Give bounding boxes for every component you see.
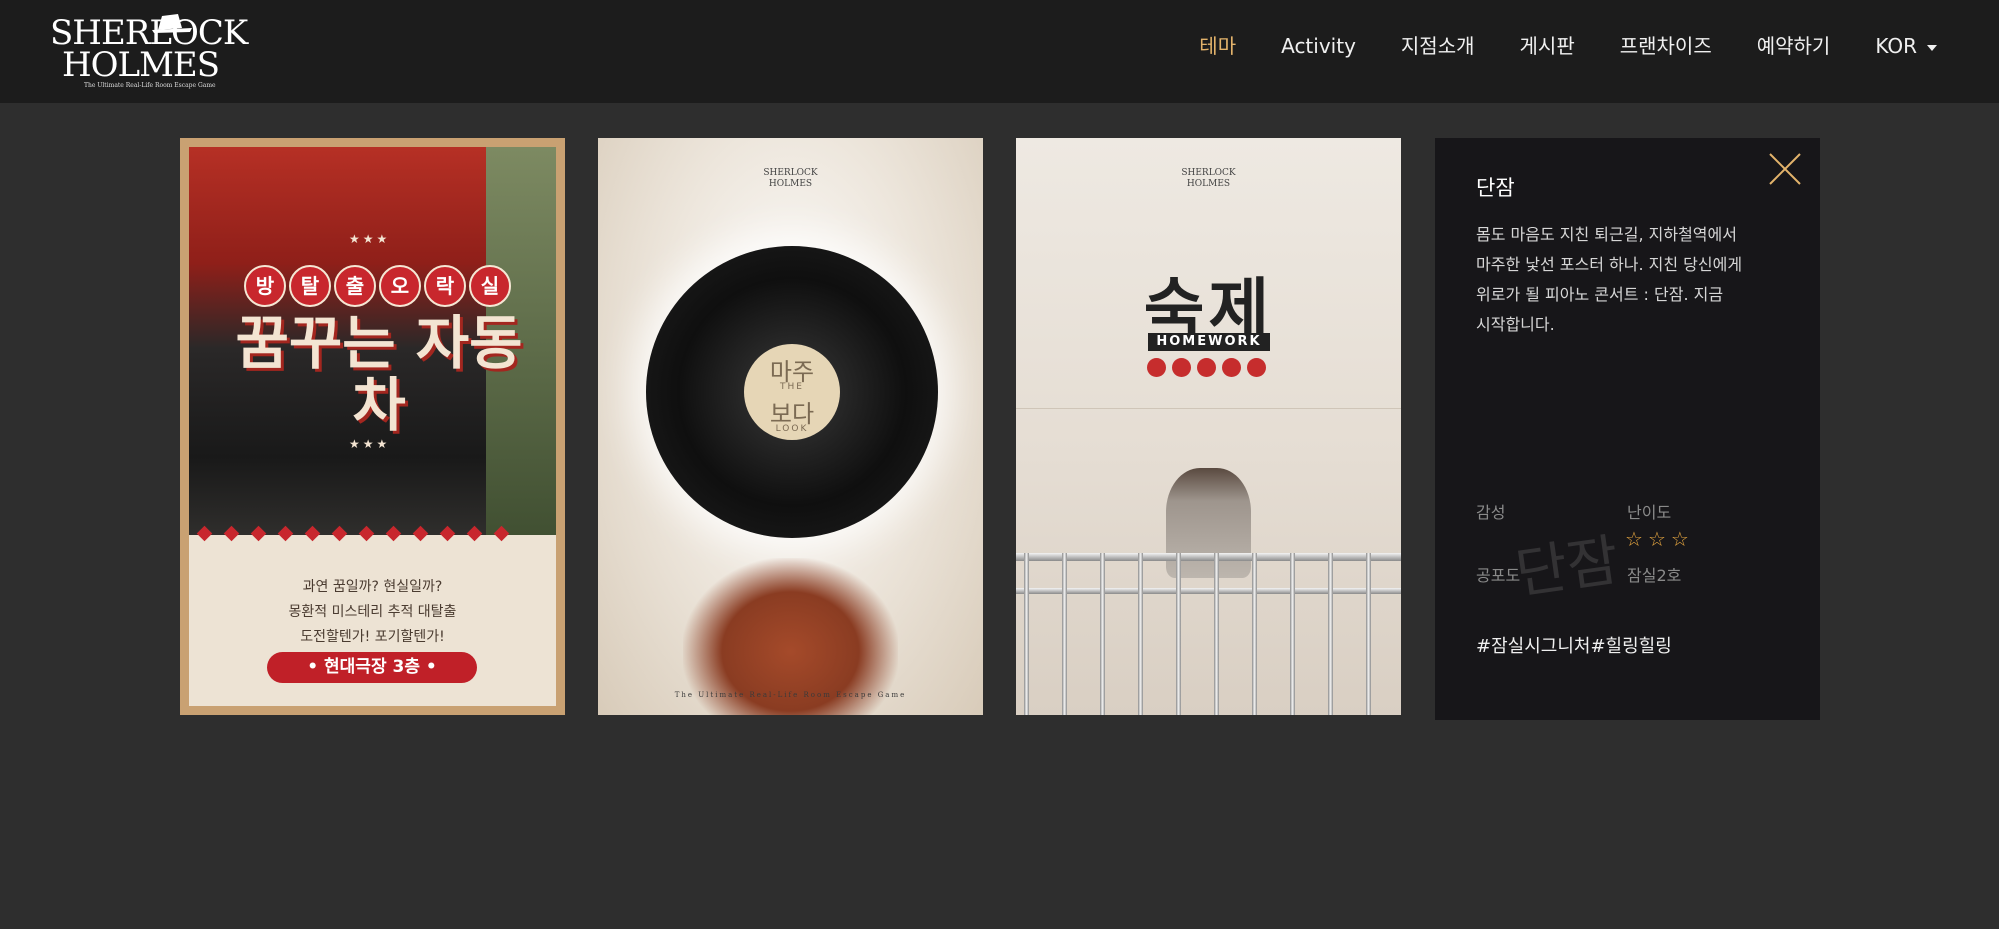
poster-badge: 오 (379, 265, 421, 307)
poster-logo: SHERLOCK HOLMES (763, 168, 818, 189)
language-label: KOR (1875, 34, 1917, 58)
record-label: 마주 THE 보다 LOOK (744, 344, 840, 440)
red-circle-row (1147, 358, 1272, 377)
poster-badge: 실 (469, 265, 511, 307)
poster-badge: 출 (334, 265, 376, 307)
poster-logo: SHERLOCK HOLMES (1181, 168, 1236, 189)
poster-badge: 탈 (289, 265, 331, 307)
theme-card-dream-car[interactable]: ★★★ 방 탈 출 오 락 실 꿈꾸는 자동차 ★★★ 과연 꿈일까? 현실일까… (180, 138, 565, 715)
theme-poster: SHERLOCK HOLMES 마주 THE 보다 LOOK The Ultima… (598, 138, 983, 715)
poster-copy: 과연 꿈일까? 현실일까? 몽환적 미스테리 추적 대탈출 도전할텐가! 포기할… (189, 575, 556, 650)
star-icon: ☆ (1625, 527, 1643, 551)
vinyl-record-image: 마주 THE 보다 LOOK (646, 246, 938, 538)
room-label: 잠실2호 (1627, 566, 1682, 585)
logo-tagline: The Ultimate Real-Life Room Escape Game (84, 82, 216, 89)
decor-stars: ★★★ (349, 232, 391, 246)
diamond-row (196, 525, 523, 542)
poster-subtitle: HOMEWORK (1148, 333, 1270, 351)
badge-row: 방 탈 출 오 락 실 (244, 265, 514, 307)
floor-label: • 현대극장 3층 • (267, 652, 477, 683)
main-nav: 테마 Activity 지점소개 게시판 프랜차이즈 예약하기 KOR (1154, 30, 1937, 62)
poster-badge: 방 (244, 265, 286, 307)
caret-down-icon (1927, 44, 1937, 51)
crib-bars-image (1016, 553, 1401, 715)
nav-theme[interactable]: 테마 (1199, 30, 1236, 62)
poster-inner: ★★★ 방 탈 출 오 락 실 꿈꾸는 자동차 ★★★ 과연 꿈일까? 현실일까… (189, 147, 556, 706)
poster-copy-line: 도전할텐가! 포기할텐가! (300, 629, 445, 645)
star-icon: ☆ (1647, 527, 1666, 551)
decor-stars: ★★★ (349, 437, 391, 451)
hashtags: #잠실시그니처#힐링힐링 (1476, 636, 1672, 657)
difficulty-rating: ☆ ☆ ☆ (1625, 527, 1694, 551)
poster-badge: 락 (424, 265, 466, 307)
theme-poster: ★★★ 방 탈 출 오 락 실 꿈꾸는 자동차 ★★★ 과연 꿈일까? 현실일까… (180, 138, 565, 715)
nav-activity[interactable]: Activity (1281, 30, 1356, 62)
theme-poster: SHERLOCK HOLMES 숙제 HOMEWORK (1016, 138, 1401, 715)
theme-detail-panel: 단잠 단잠 몸도 마음도 지친 퇴근길, 지하철역에서 마주한 낯선 포스터 하… (1435, 138, 1820, 720)
genre-label: 감성 (1476, 503, 1506, 522)
poster-copy-line: 과연 꿈일까? 현실일까? (302, 579, 443, 595)
record-label-text: LOOK (775, 424, 809, 434)
poster-title: 꿈꾸는 자동차 (235, 309, 523, 439)
difficulty-label: 난이도 (1627, 503, 1672, 522)
theme-card-homework[interactable]: SHERLOCK HOLMES 숙제 HOMEWORK (1016, 138, 1401, 715)
detail-background-title: 단잠 (1511, 528, 1623, 607)
close-icon[interactable] (1768, 152, 1802, 186)
logo-line2: HOLMES (62, 45, 220, 85)
language-select[interactable]: KOR (1875, 30, 1937, 62)
nav-branches[interactable]: 지점소개 (1401, 30, 1475, 62)
nav-reservation[interactable]: 예약하기 (1757, 30, 1831, 62)
detail-description: 몸도 마음도 지친 퇴근길, 지하철역에서 마주한 낯선 포스터 하나. 지친 … (1476, 225, 1743, 334)
nav-board[interactable]: 게시판 (1520, 30, 1575, 62)
nav-franchise[interactable]: 프랜차이즈 (1620, 30, 1712, 62)
poster-copy-line: 몽환적 미스테리 추적 대탈출 (288, 604, 457, 620)
poster-footer: The Ultimate Real-Life Room Escape Game (674, 691, 907, 699)
sherlock-holmes-logo[interactable]: SHERLOCK HOLMES The Ultimate Real-Life R… (46, 10, 248, 92)
record-label-text: THE (780, 382, 804, 392)
top-header: SHERLOCK HOLMES The Ultimate Real-Life R… (0, 0, 1999, 103)
star-icon: ☆ (1670, 527, 1689, 551)
theme-card-face-to-face[interactable]: SHERLOCK HOLMES 마주 THE 보다 LOOK The Ultima… (598, 138, 983, 715)
fear-label: 공포도 (1476, 566, 1521, 585)
detail-title: 단잠 (1476, 176, 1515, 200)
